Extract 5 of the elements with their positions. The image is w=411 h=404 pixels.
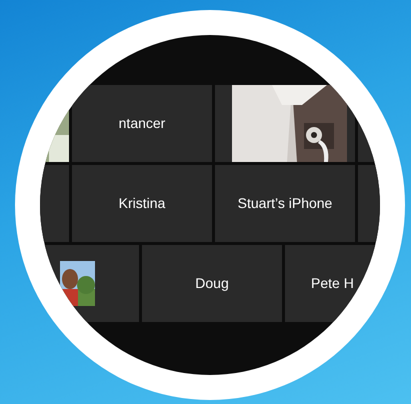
participant-name: Kristina xyxy=(118,194,166,213)
participant-name: Stuart’s iPhone xyxy=(238,194,332,213)
participant-name: Pete H xyxy=(311,274,354,293)
participant-name: ntancer xyxy=(118,114,166,133)
participant-name: Doug xyxy=(195,274,229,293)
